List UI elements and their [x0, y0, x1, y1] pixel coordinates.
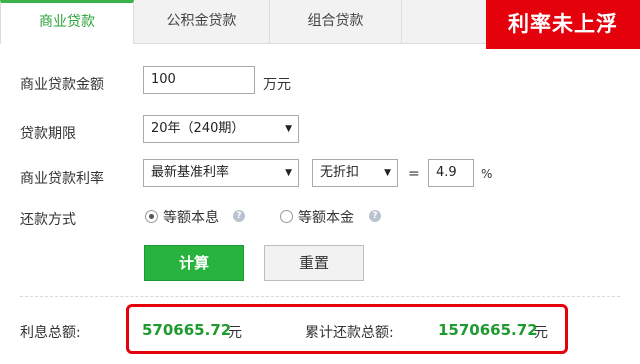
calculate-button[interactable]: 计算 [144, 245, 244, 281]
loan-amount-input[interactable]: 100 [143, 66, 255, 94]
interest-total-value: 570665.72 [142, 321, 232, 339]
total-repayment-unit: 元 [534, 325, 548, 341]
chevron-down-icon: ▼ [384, 168, 391, 178]
total-repayment-label: 累计还款总额: [305, 325, 394, 341]
tab-commercial-loan[interactable]: 商业贷款 [0, 0, 134, 44]
help-icon[interactable]: ? [233, 210, 245, 222]
rate-type-value: 最新基准利率 [151, 165, 230, 180]
loan-term-value: 20年（240期） [151, 121, 245, 136]
equals-sign: = [408, 166, 420, 182]
loan-term-label: 贷款期限 [20, 126, 76, 142]
rate-percent-unit: % [481, 167, 493, 181]
loan-rate-label: 商业贷款利率 [20, 171, 104, 187]
interest-total-unit: 元 [228, 325, 242, 341]
repayment-method-label: 还款方式 [20, 212, 76, 228]
radio-equal-installment[interactable] [145, 210, 158, 223]
rate-discount-select[interactable]: 无折扣 ▼ [312, 159, 398, 187]
chevron-down-icon: ▼ [285, 124, 292, 134]
interest-total-label: 利息总额: [20, 325, 81, 341]
rate-value-input[interactable]: 4.9 [428, 159, 474, 187]
tab-provident-fund-loan[interactable]: 公积金贷款 [134, 0, 270, 44]
total-repayment-value: 1570665.72 [438, 321, 538, 339]
loan-amount-unit: 万元 [263, 77, 291, 93]
equal-installment-label[interactable]: 等额本息 [163, 207, 219, 227]
loan-amount-label: 商业贷款金额 [20, 77, 104, 93]
reset-button[interactable]: 重置 [264, 245, 364, 281]
equal-principal-label[interactable]: 等额本金 [298, 207, 354, 227]
tab-combined-loan[interactable]: 组合贷款 [270, 0, 402, 44]
radio-equal-principal[interactable] [280, 210, 293, 223]
rate-type-select[interactable]: 最新基准利率 ▼ [143, 159, 299, 187]
help-icon[interactable]: ? [369, 210, 381, 222]
chevron-down-icon: ▼ [285, 168, 292, 178]
rate-discount-value: 无折扣 [320, 165, 360, 180]
divider [20, 296, 620, 297]
rate-not-raised-banner: 利率未上浮 [486, 0, 640, 49]
loan-term-select[interactable]: 20年（240期） ▼ [143, 115, 299, 143]
